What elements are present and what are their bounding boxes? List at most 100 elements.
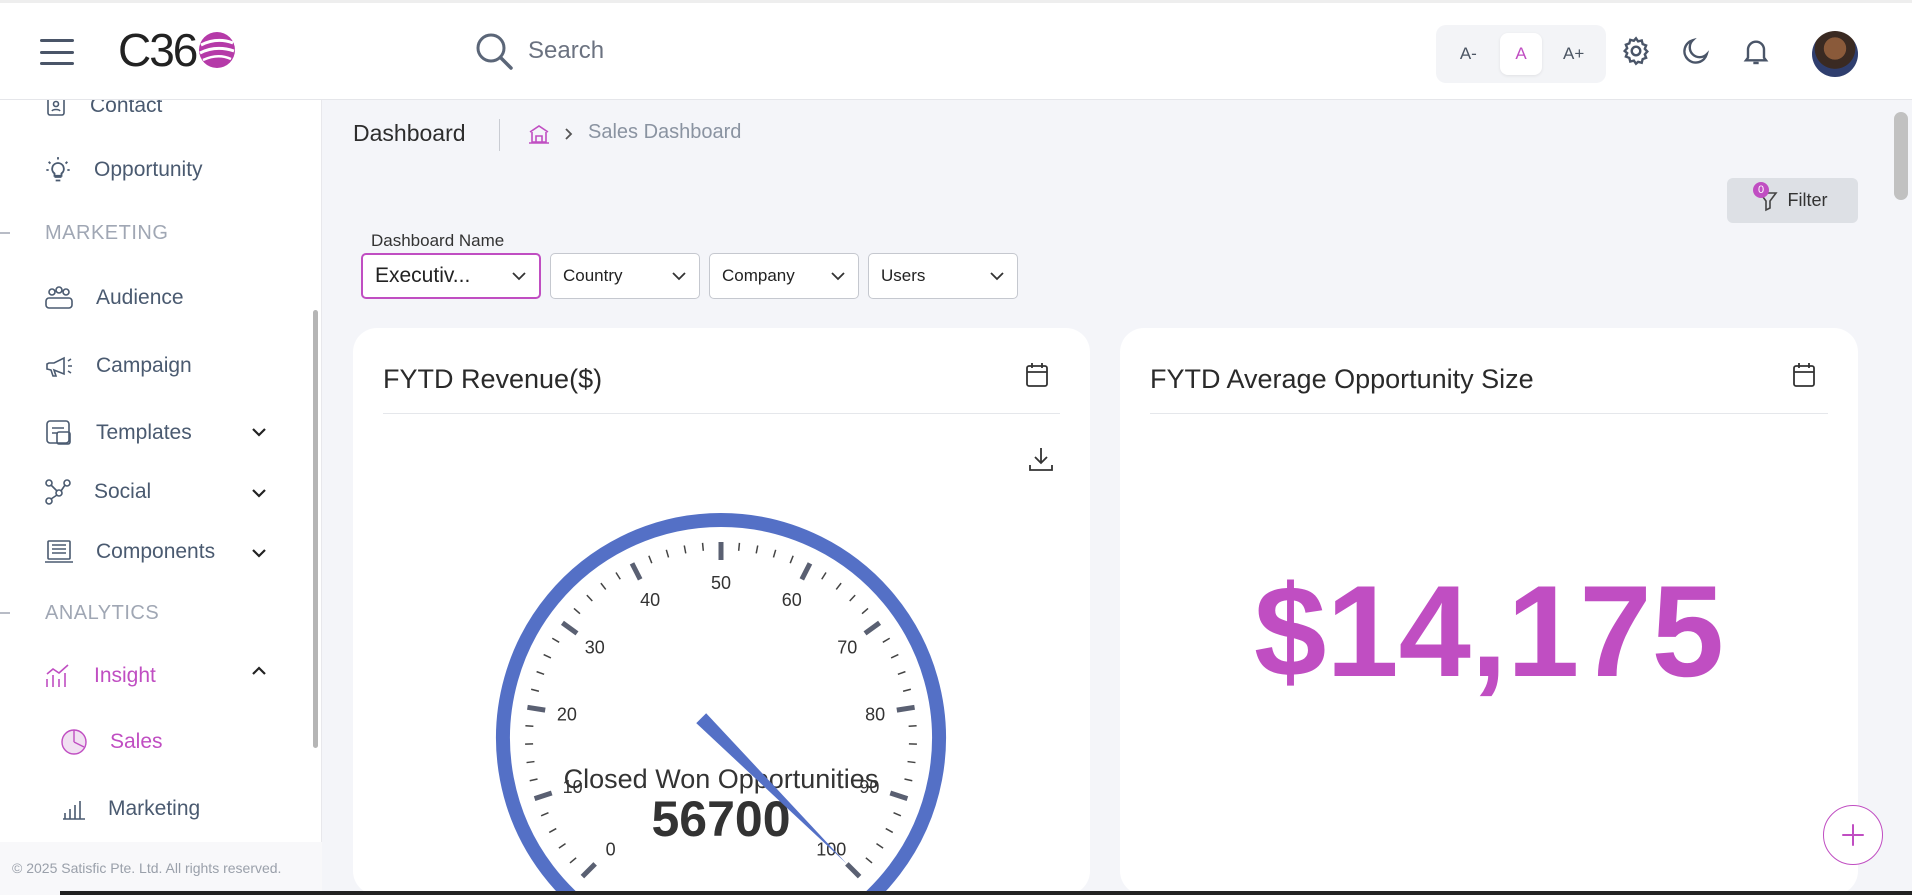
logo-globe-icon [199, 32, 236, 68]
sidebar-item-templates[interactable]: Templates [44, 418, 192, 448]
country-select-value: Country [563, 266, 623, 285]
gauge-major-tick [799, 562, 813, 581]
gauge-value: 56700 [651, 791, 790, 847]
components-chevron-down-icon[interactable] [250, 547, 268, 559]
hamburger-menu-icon[interactable] [40, 39, 74, 65]
sidebar-item-insight[interactable]: Insight [44, 662, 156, 690]
add-fab-button[interactable] [1823, 805, 1883, 865]
font-size-switcher: A- A A+ [1436, 25, 1606, 83]
gauge-minor-tick [835, 582, 842, 590]
gauge-minor-tick [902, 688, 912, 692]
avg-opportunity-value: $14,175 [1254, 558, 1724, 704]
gauge-minor-tick [907, 760, 916, 764]
gauge-chart: 0102030405060708090100 Closed Won Opport… [496, 513, 946, 895]
sidebar-item-label: Components [96, 540, 216, 563]
gauge-minor-tick [586, 594, 593, 602]
gauge-minor-tick [772, 549, 777, 558]
search-icon [476, 33, 513, 70]
sidebar-item-contact[interactable]: Contact [44, 100, 162, 118]
gauge-minor-tick [526, 760, 535, 764]
section-divider [0, 612, 10, 614]
gauge-tick-label: 20 [557, 705, 577, 725]
filter-label: Filter [1787, 190, 1828, 210]
gauge-minor-tick [908, 724, 917, 727]
pie-chart-icon [61, 729, 87, 755]
sidebar-item-label: Insight [94, 664, 156, 687]
logo-text: C36 [118, 24, 198, 76]
notification-bell-icon[interactable] [1738, 33, 1774, 69]
gauge-minor-tick [737, 542, 741, 551]
gauge-label: Closed Won Opportunities [564, 764, 879, 794]
card-divider [1150, 413, 1828, 414]
home-icon[interactable] [528, 123, 550, 145]
company-select[interactable]: Company [709, 253, 859, 299]
gauge-minor-tick [821, 572, 827, 580]
avg-opportunity-card-title: FYTD Average Opportunity Size [1150, 364, 1534, 394]
gauge-major-tick [527, 704, 546, 713]
sidebar-item-audience[interactable]: Audience [44, 284, 184, 312]
font-increase-button[interactable]: A+ [1553, 33, 1595, 75]
gauge-minor-tick [530, 688, 540, 692]
gauge-tick-label: 40 [640, 590, 660, 610]
sidebar-item-label: Campaign [96, 354, 192, 377]
sidebar-item-opportunity[interactable]: Opportunity [44, 156, 203, 184]
gauge-minor-tick [897, 670, 906, 676]
sidebar-scrollbar[interactable] [313, 310, 318, 748]
user-avatar[interactable] [1812, 31, 1858, 77]
sidebar-item-sales[interactable]: Sales [60, 728, 163, 756]
sidebar-item-label: Contact [90, 100, 163, 117]
breadcrumb-current[interactable]: Sales Dashboard [588, 121, 741, 144]
chevron-down-icon [831, 272, 845, 281]
gauge-minor-tick [529, 778, 538, 782]
gauge-minor-tick [648, 555, 653, 564]
country-select[interactable]: Country [550, 253, 700, 299]
section-label-analytics: ANALYTICS [45, 602, 160, 624]
insight-icon [46, 664, 69, 687]
breadcrumb-chevron-right-icon [565, 128, 573, 140]
insight-chevron-up-icon[interactable] [250, 665, 268, 677]
templates-chevron-down-icon[interactable] [250, 426, 268, 438]
gauge-major-tick [533, 790, 553, 801]
social-chevron-down-icon[interactable] [250, 487, 268, 499]
contact-icon [47, 100, 65, 116]
gauge-tick-label: 80 [865, 705, 885, 725]
sidebar-item-label: Sales [110, 730, 163, 753]
font-default-button[interactable]: A [1499, 33, 1542, 75]
gauge-minor-tick [893, 811, 902, 817]
users-select[interactable]: Users [868, 253, 1018, 299]
sidebar-item-components[interactable]: Components [44, 538, 215, 566]
gauge-minor-tick [861, 607, 869, 615]
gauge-minor-tick [885, 827, 894, 834]
gauge-minor-tick [882, 637, 891, 643]
filter-count-badge: 0 [1753, 182, 1769, 198]
dark-mode-moon-icon[interactable] [1678, 33, 1714, 69]
main-scrollbar[interactable] [1894, 112, 1908, 200]
calendar-icon[interactable] [1792, 362, 1816, 388]
sidebar: Contact Opportunity MARKETING Audience C… [0, 100, 322, 895]
gauge-tick-label: 30 [585, 637, 605, 657]
gauge-major-tick [889, 790, 909, 801]
sidebar-item-social[interactable]: Social [44, 478, 151, 506]
avg-opportunity-card: FYTD Average Opportunity Size $14,175 [1120, 328, 1858, 895]
settings-gear-icon[interactable] [1618, 33, 1654, 69]
company-select-value: Company [722, 266, 795, 285]
social-icon [45, 479, 71, 505]
gauge-tick-label: 50 [711, 573, 731, 593]
sidebar-item-campaign[interactable]: Campaign [44, 352, 192, 380]
filter-button[interactable]: 0 Filter [1727, 178, 1858, 223]
search-input[interactable]: Search [528, 37, 604, 65]
gauge-minor-tick [849, 594, 856, 602]
section-label-marketing: MARKETING [45, 222, 169, 244]
sidebar-item-label: Audience [96, 286, 184, 309]
app-logo[interactable]: C36 [118, 24, 238, 76]
plus-icon [1842, 824, 1864, 846]
search-bar[interactable]: Search [474, 31, 604, 71]
gauge-minor-tick [890, 653, 899, 659]
chevron-down-icon [672, 272, 686, 281]
font-decrease-button[interactable]: A- [1447, 33, 1489, 75]
gauge-minor-tick [665, 549, 670, 558]
sidebar-item-marketing[interactable]: Marketing [62, 797, 200, 821]
dashboard-name-select[interactable]: Executiv... [361, 253, 541, 299]
gauge-major-tick [629, 562, 643, 581]
lightbulb-icon [46, 157, 70, 182]
